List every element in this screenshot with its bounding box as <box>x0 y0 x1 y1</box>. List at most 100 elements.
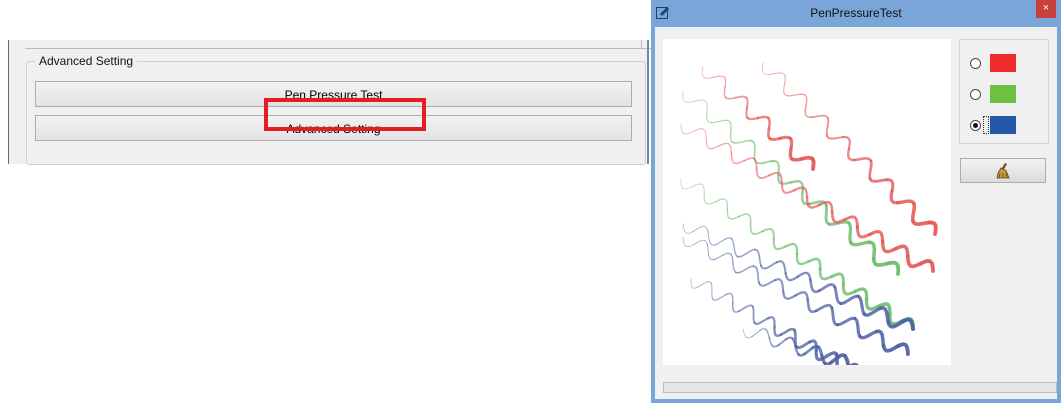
panel-divider <box>25 48 651 49</box>
drawing-canvas[interactable] <box>663 39 951 365</box>
pen-stroke-segment <box>853 316 862 339</box>
pen-stroke-segment <box>760 261 778 270</box>
pen-stroke-segment <box>745 106 749 120</box>
highlight-annotation <box>264 98 426 131</box>
pen-stroke-segment <box>817 283 837 293</box>
pen-stroke-segment <box>777 338 788 347</box>
close-button[interactable]: × <box>1036 0 1056 18</box>
screenshot-root: Advanced Setting Pen Pressure Test Advan… <box>0 0 1061 403</box>
pen-stroke-segment <box>707 230 716 246</box>
panel-divider-vertical <box>641 40 642 49</box>
pen-stroke-segment <box>841 282 857 296</box>
pen-stroke-segment <box>918 258 935 273</box>
pen-stroke-segment <box>761 62 770 75</box>
pen-stroke-segment <box>880 239 897 254</box>
pen-stroke-segment <box>750 139 756 161</box>
color-option-red[interactable] <box>970 54 1040 74</box>
pen-stroke-segment <box>809 278 821 294</box>
color-selector <box>959 39 1049 144</box>
pen-stroke-segment <box>810 156 816 171</box>
pressure-progress-bar <box>663 382 1057 393</box>
radio-blue[interactable] <box>970 120 981 131</box>
broom-icon <box>996 163 1010 179</box>
swatch-red <box>990 54 1016 72</box>
pen-stroke-segment <box>825 117 830 138</box>
pen-stroke-segment <box>736 248 756 258</box>
pen-stroke-segment <box>881 344 900 353</box>
pen-stroke-segment <box>751 305 756 324</box>
pen-stroke-segment <box>768 136 782 141</box>
pen-stroke-segment <box>893 244 910 259</box>
pen-stroke-segment <box>710 119 731 124</box>
pen-stroke-segment <box>703 76 715 79</box>
pen-stroke-segment <box>682 90 693 103</box>
pen-stroke-segment <box>824 204 831 226</box>
pen-stroke-segment <box>691 99 708 107</box>
pen-stroke-segment <box>871 256 891 267</box>
pen-stroke-segment <box>680 123 695 135</box>
pen-stroke-segment <box>847 221 853 245</box>
settings-panel: Advanced Setting Pen Pressure Test Advan… <box>8 40 651 165</box>
pen-stroke-segment <box>795 252 810 266</box>
pen-stroke-segment <box>864 297 880 311</box>
pen-stroke-segment <box>803 346 814 356</box>
pen-stroke-segment <box>738 213 752 225</box>
pen-stroke-segment <box>896 199 916 206</box>
pen-stroke-segment <box>879 306 891 324</box>
clear-canvas-button[interactable] <box>960 158 1046 183</box>
radio-red[interactable] <box>970 58 981 69</box>
pen-stroke-segment <box>731 301 740 313</box>
pen-stroke-segment <box>842 135 851 150</box>
pen-stroke-segment <box>783 92 801 97</box>
dialog-titlebar[interactable]: PenPressureTest × <box>651 0 1061 27</box>
pen-stroke-segment <box>713 75 725 78</box>
pen-stroke-segment <box>806 298 818 314</box>
pen-stroke-segment <box>710 282 714 300</box>
pen-stroke-segment <box>745 335 753 339</box>
pen-stroke-segment <box>868 177 888 183</box>
pen-stroke-segment <box>723 76 727 89</box>
pen-stroke-segment <box>758 279 776 287</box>
pen-stroke-segment <box>723 86 727 99</box>
pen-strokes <box>680 62 938 365</box>
dialog-title: PenPressureTest <box>810 6 902 20</box>
pen-stroke-segment <box>692 239 708 246</box>
pen-stroke-segment <box>714 237 733 246</box>
pen-stroke-segment <box>703 193 717 205</box>
pen-stroke-segment <box>718 142 733 155</box>
pen-stroke-segment <box>794 291 809 301</box>
pen-stroke-segment <box>846 147 856 162</box>
color-option-blue[interactable] <box>970 116 1040 136</box>
pen-stroke-segment <box>855 225 872 239</box>
pen-stroke-segment <box>830 210 847 224</box>
pen-stroke-segment <box>682 236 694 248</box>
radio-green[interactable] <box>970 89 981 100</box>
pen-pressure-test-dialog: PenPressureTest × <box>651 0 1061 403</box>
pen-stroke-segment <box>911 219 932 226</box>
pen-stroke-segment <box>753 248 762 267</box>
pen-stroke-segment <box>833 285 843 306</box>
pen-stroke-segment <box>856 294 866 316</box>
pen-stroke-segment <box>910 201 917 224</box>
pen-stroke-segment <box>853 157 873 163</box>
pen-stroke-segment <box>794 340 812 350</box>
pen-stroke-segment <box>693 128 707 140</box>
pen-stroke-segment <box>765 328 771 339</box>
window-edge <box>647 40 649 164</box>
close-icon: × <box>1042 2 1050 14</box>
pen-stroke-segment <box>746 116 760 121</box>
pen-stroke-segment <box>702 66 705 78</box>
group-title: Advanced Setting <box>35 53 138 69</box>
pen-stroke-segment <box>743 157 758 169</box>
pen-stroke-segment <box>735 265 755 274</box>
pen-stroke-segment <box>751 329 761 337</box>
pen-stroke-segment <box>796 271 812 282</box>
color-option-green[interactable] <box>970 85 1040 105</box>
pen-stroke-segment <box>767 116 771 130</box>
pen-stroke-segment <box>900 317 915 331</box>
pen-stroke-segment <box>768 72 786 76</box>
pen-stroke-segment <box>889 189 900 205</box>
pen-stroke-segment <box>927 220 938 236</box>
pen-stroke-segment <box>738 304 754 312</box>
pen-stroke-segment <box>735 95 748 99</box>
